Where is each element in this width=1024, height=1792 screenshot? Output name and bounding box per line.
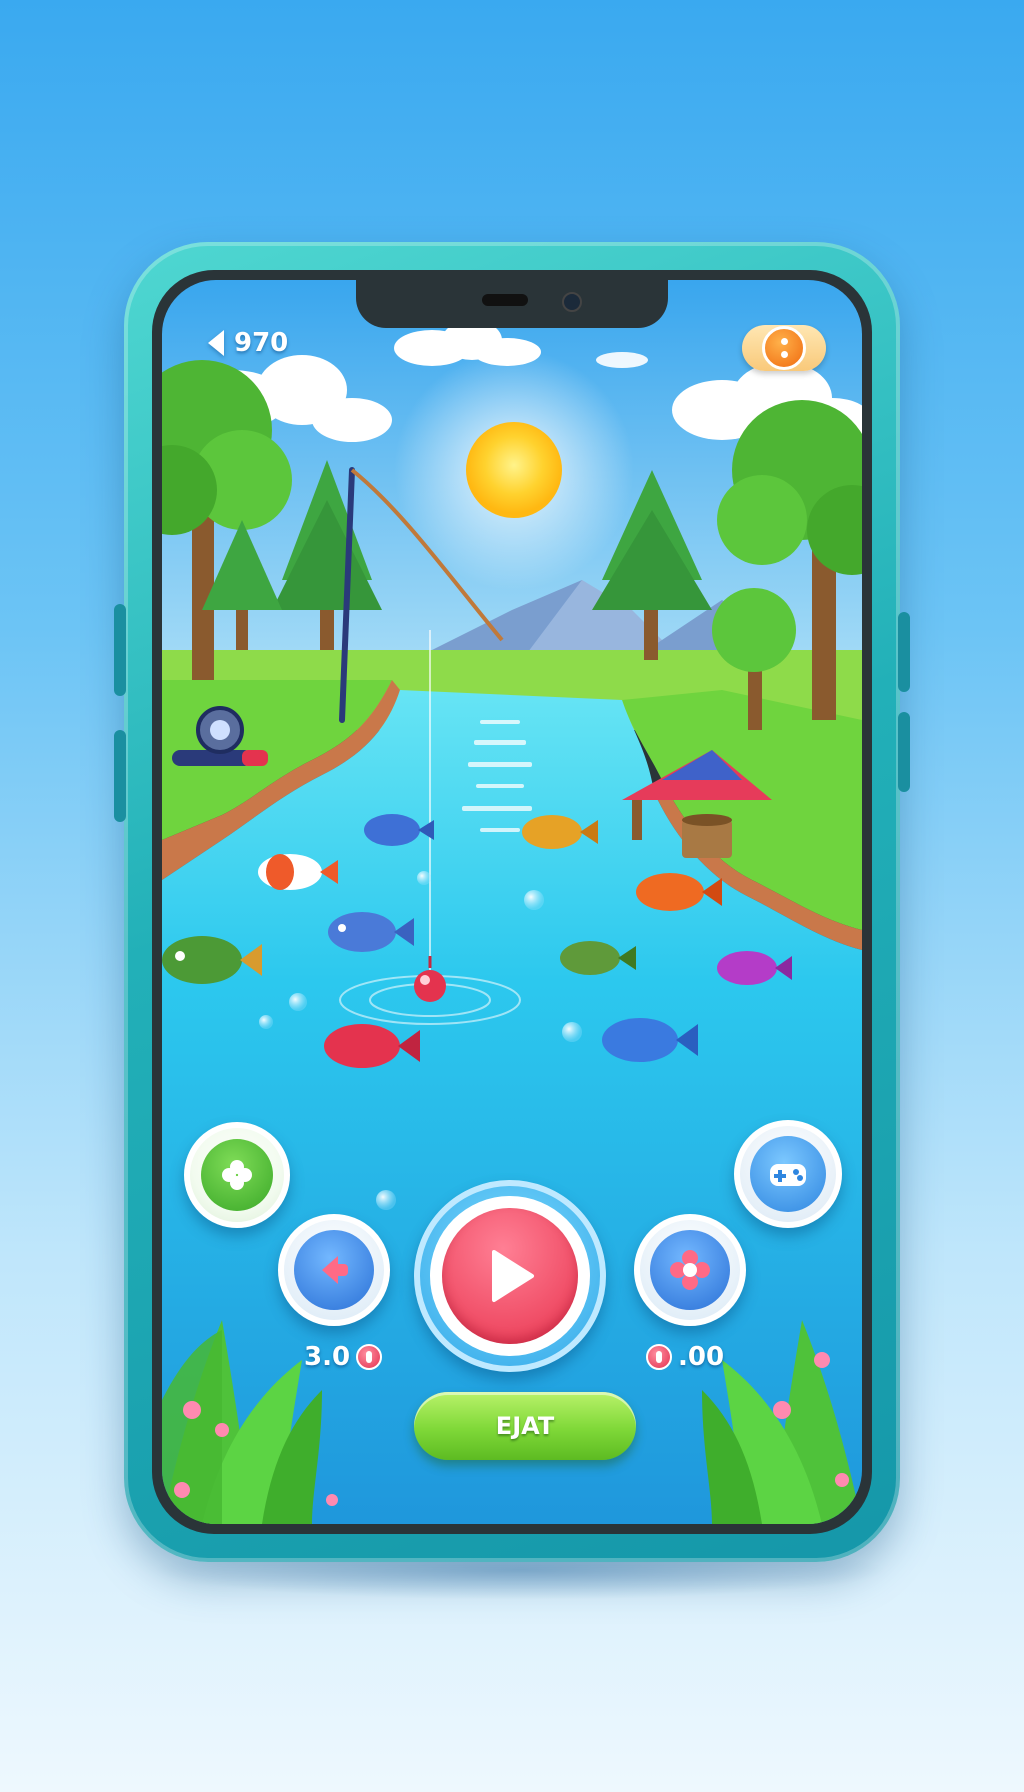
action-button-label: EJAT: [495, 1412, 555, 1440]
phone-side-button: [898, 712, 910, 792]
play-icon: [492, 1250, 534, 1302]
right-stat-value: .00: [678, 1342, 725, 1372]
previous-button[interactable]: [278, 1214, 390, 1326]
phone-notch: [356, 270, 668, 328]
gamepad-button[interactable]: [734, 1120, 842, 1228]
score-value: 970: [234, 328, 289, 358]
clover-icon: [222, 1160, 252, 1190]
score-display[interactable]: 970: [208, 328, 288, 358]
left-stat-value: 3.0: [304, 1342, 351, 1372]
action-button[interactable]: EJAT: [414, 1392, 636, 1460]
gamepad-icon: [770, 1164, 806, 1186]
clover-button[interactable]: [184, 1122, 290, 1228]
sun-icon: [466, 422, 562, 518]
speaker-grille: [482, 294, 528, 306]
bucket: [682, 814, 732, 858]
menu-dots-icon: [762, 326, 806, 370]
left-arrow-icon: [322, 1256, 348, 1284]
phone-side-button: [898, 612, 910, 692]
fishing-game-scene: 970 3.0 .00 EJAT: [0, 0, 1024, 1792]
flower-button[interactable]: [634, 1214, 746, 1326]
left-stat: 3.0: [304, 1342, 383, 1372]
stat-dot-icon: [646, 1344, 672, 1370]
flower-icon: [670, 1250, 710, 1290]
back-arrow-icon[interactable]: [208, 330, 224, 356]
right-stat: .00: [646, 1342, 724, 1372]
play-button[interactable]: [414, 1180, 606, 1372]
stat-dot-icon: [356, 1344, 383, 1370]
menu-button[interactable]: [742, 325, 826, 371]
phone-side-button: [114, 604, 126, 696]
camera-icon: [562, 292, 582, 312]
cloud: [596, 352, 648, 368]
phone-side-button: [114, 730, 126, 822]
